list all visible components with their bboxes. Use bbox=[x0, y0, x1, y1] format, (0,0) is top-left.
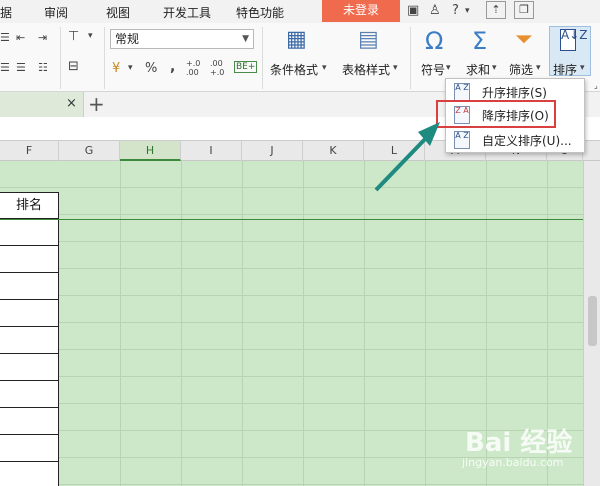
currency-icon[interactable]: ¥ bbox=[112, 61, 120, 76]
align-center-icon[interactable]: ☰ bbox=[0, 61, 10, 74]
conditional-format-button[interactable]: 条件格式 bbox=[270, 61, 318, 78]
column-header-i[interactable]: I bbox=[181, 141, 242, 161]
vertical-scrollbar[interactable] bbox=[583, 161, 600, 486]
highlight-box bbox=[436, 100, 556, 128]
align-justify-icon[interactable]: ☰ bbox=[16, 61, 26, 74]
chevron-down-icon: ▾ bbox=[446, 63, 451, 73]
menu-item-custom-sort[interactable]: A Z 自定义排序(U)... bbox=[446, 129, 584, 151]
arrow-shaft bbox=[374, 134, 430, 192]
omega-symbol-icon[interactable]: Ω bbox=[425, 27, 443, 55]
cell-f[interactable] bbox=[0, 462, 59, 486]
menu-tab-data[interactable]: 据 bbox=[0, 4, 12, 21]
cell-f[interactable] bbox=[0, 300, 59, 327]
sort-az-icon: A↓Z bbox=[560, 29, 587, 51]
increase-decimal-button[interactable]: +.0 .00 bbox=[186, 59, 206, 77]
chevron-down-icon: ▼ bbox=[242, 34, 249, 44]
indent-increase-icon[interactable]: ⇥ bbox=[38, 31, 47, 44]
cell-f[interactable] bbox=[0, 354, 59, 381]
wrap-text-icon[interactable]: ⊤ bbox=[68, 29, 79, 44]
filter-funnel-icon[interactable]: ⏷ bbox=[515, 27, 533, 52]
filter-button[interactable]: 筛选 bbox=[509, 61, 533, 78]
sort-ascending-icon: A Z bbox=[454, 83, 470, 101]
grid-line bbox=[425, 161, 426, 486]
sum-button[interactable]: 求和 bbox=[466, 61, 490, 78]
merge-cells-icon[interactable]: ⊟ bbox=[68, 59, 79, 74]
grid-line bbox=[120, 161, 121, 486]
menu-tab-review[interactable]: 审阅 bbox=[44, 4, 68, 21]
chevron-down-icon: ▾ bbox=[393, 63, 398, 73]
cell-f[interactable] bbox=[0, 273, 59, 300]
cell-f[interactable] bbox=[0, 246, 59, 273]
shirt-icon[interactable]: ♙ bbox=[429, 3, 441, 18]
sheet-tab-active[interactable]: × bbox=[0, 92, 84, 117]
cell-f-header[interactable]: 排名 bbox=[0, 192, 59, 219]
separator bbox=[262, 27, 263, 89]
chevron-down-icon: ▾ bbox=[536, 63, 541, 73]
annotation-arrow bbox=[374, 122, 440, 192]
cell-f[interactable] bbox=[0, 408, 59, 435]
number-convert-icon[interactable]: BE+ bbox=[234, 61, 258, 73]
column-header-g[interactable]: G bbox=[59, 141, 120, 161]
indent-decrease-icon[interactable]: ⇤ bbox=[16, 31, 25, 44]
add-tab-icon[interactable]: + bbox=[88, 92, 105, 116]
comma-button[interactable]: , bbox=[170, 59, 175, 75]
column-header-j[interactable]: J bbox=[242, 141, 303, 161]
cell-f[interactable] bbox=[0, 219, 59, 246]
menu-item-label: 升序排序(S) bbox=[482, 86, 547, 100]
cell-f[interactable] bbox=[0, 327, 59, 354]
chevron-down-icon: ▾ bbox=[322, 63, 327, 73]
skin-icon[interactable]: ▣ bbox=[407, 3, 419, 18]
grid-line bbox=[242, 161, 243, 486]
align-left-icon[interactable]: ☰ bbox=[0, 31, 10, 44]
currency-dropdown-icon[interactable]: ▾ bbox=[128, 63, 133, 73]
cell-f[interactable] bbox=[0, 435, 59, 462]
menu-item-label: 自定义排序(U)... bbox=[482, 134, 572, 148]
distributed-align-icon[interactable]: ☷ bbox=[38, 61, 48, 74]
grid-line bbox=[303, 161, 304, 486]
cell-f[interactable] bbox=[0, 381, 59, 408]
restore-icon[interactable]: ❐ bbox=[514, 1, 534, 19]
menu-tab-special[interactable]: 特色功能 bbox=[236, 4, 284, 21]
grid-line bbox=[181, 161, 182, 486]
grid-line bbox=[364, 161, 365, 486]
table-style-icon[interactable]: ▤ bbox=[358, 27, 379, 52]
column-header-f[interactable]: F bbox=[0, 141, 59, 161]
wrap-dropdown-icon[interactable]: ▾ bbox=[88, 31, 93, 41]
close-icon[interactable]: × bbox=[66, 96, 77, 111]
menu-tab-developer[interactable]: 开发工具 bbox=[163, 4, 211, 21]
chevron-down-icon: ▾ bbox=[492, 63, 497, 73]
ribbon-expand-icon[interactable]: ⌟ bbox=[594, 81, 598, 90]
active-row-line bbox=[0, 219, 583, 220]
upload-icon[interactable]: ⇡ bbox=[486, 1, 506, 19]
percent-button[interactable]: % bbox=[145, 61, 157, 76]
sort-button[interactable]: 排序 bbox=[553, 61, 577, 78]
login-button[interactable]: 未登录 bbox=[322, 0, 400, 22]
column-header-h[interactable]: H bbox=[120, 141, 181, 161]
table-style-button[interactable]: 表格样式 bbox=[342, 61, 390, 78]
spreadsheet-app: 据 审阅 视图 开发工具 特色功能 未登录 ▣ ♙ ? ▾ ⇡ ❐ ☰ ⇤ ⇥ … bbox=[0, 0, 600, 486]
scrollbar-thumb[interactable] bbox=[588, 296, 597, 346]
separator bbox=[104, 27, 105, 89]
chevron-down-icon: ▾ bbox=[580, 63, 585, 73]
conditional-format-icon[interactable]: ▦ bbox=[286, 27, 307, 52]
decrease-decimal-button[interactable]: .00 +.0 bbox=[210, 59, 230, 77]
menu-bar: 据 审阅 视图 开发工具 特色功能 未登录 ▣ ♙ ? ▾ ⇡ ❐ bbox=[0, 0, 600, 23]
separator bbox=[60, 27, 61, 89]
watermark-url: jingyan.baidu.com bbox=[462, 456, 564, 469]
sigma-sum-icon[interactable]: Σ bbox=[472, 27, 487, 55]
custom-sort-icon: A Z bbox=[454, 131, 470, 149]
watermark-logo: Bai 经验 bbox=[465, 428, 573, 458]
menu-tab-view[interactable]: 视图 bbox=[106, 4, 130, 21]
help-icon[interactable]: ? bbox=[452, 3, 459, 18]
help-dropdown-icon[interactable]: ▾ bbox=[465, 6, 470, 16]
symbol-button[interactable]: 符号 bbox=[421, 61, 445, 78]
number-format-value: 常规 bbox=[115, 32, 140, 46]
separator bbox=[410, 27, 411, 89]
column-header-k[interactable]: K bbox=[303, 141, 364, 161]
number-format-select[interactable]: 常规 ▼ bbox=[110, 29, 254, 49]
